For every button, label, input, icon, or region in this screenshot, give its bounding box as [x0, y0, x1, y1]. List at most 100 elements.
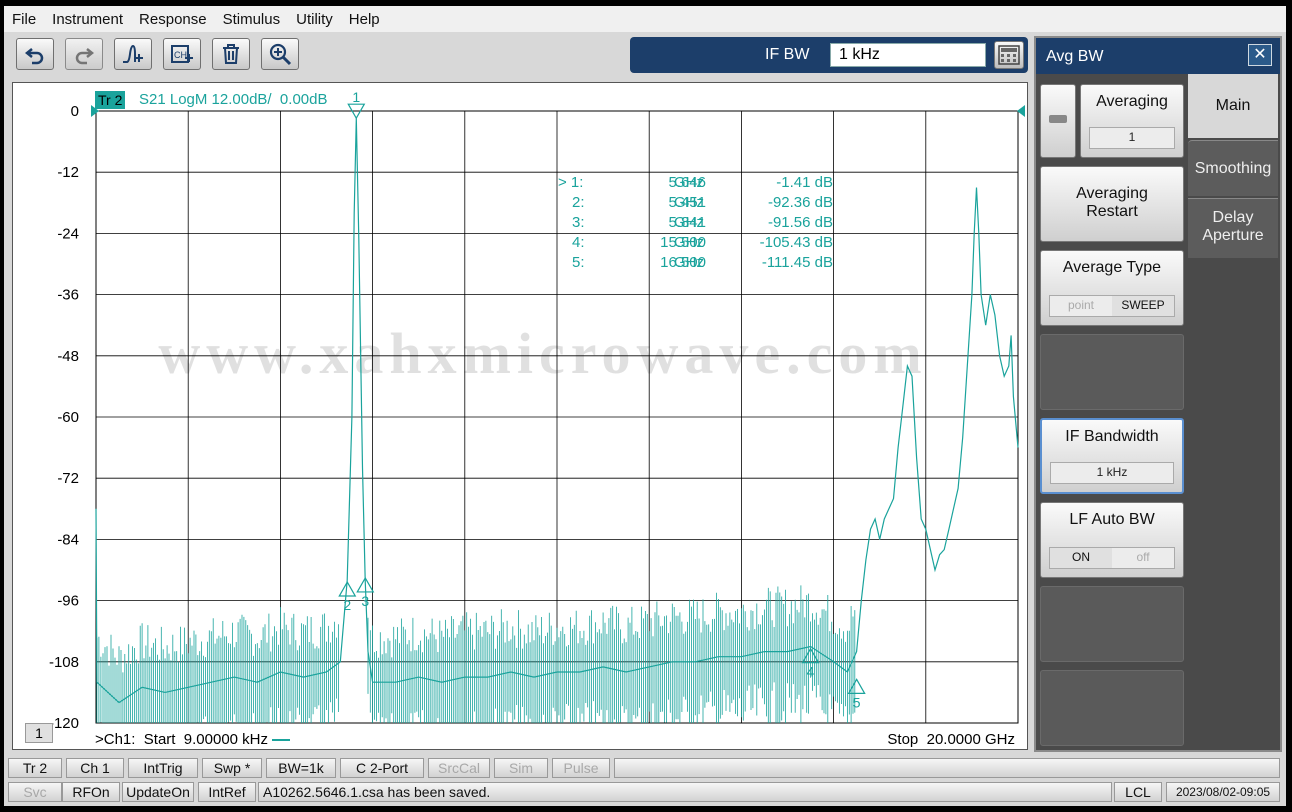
- menu-response[interactable]: Response: [131, 11, 215, 28]
- menu-file[interactable]: File: [4, 11, 44, 28]
- status-sim[interactable]: Sim: [494, 758, 548, 778]
- status-srccal[interactable]: SrcCal: [428, 758, 490, 778]
- keypad-button[interactable]: [994, 41, 1024, 69]
- toggle-indicator-icon: [1049, 115, 1067, 123]
- averaging-button[interactable]: Averaging 1: [1080, 84, 1184, 158]
- tab-delay-aperture[interactable]: Delay Aperture: [1188, 198, 1278, 258]
- menu-instrument[interactable]: Instrument: [44, 11, 131, 28]
- averaging-title: Averaging: [1096, 93, 1168, 110]
- panel-title: Avg BW: [1046, 48, 1104, 65]
- undo-icon: [24, 48, 44, 65]
- app-window: File Instrument Response Stimulus Utilit…: [4, 6, 1286, 806]
- panel-header: Avg BW ✕: [1036, 38, 1280, 74]
- status-datetime: 2023/08/02-09:05: [1166, 782, 1280, 802]
- marker-value: -1.41 dB: [776, 174, 833, 191]
- marker-value: -92.36 dB: [767, 194, 833, 211]
- average-type-point[interactable]: point: [1050, 296, 1112, 316]
- trace-display[interactable]: 0 -12 -24 -36 -48 -60 -72 -84 -96 -108 -120 www.xa…: [12, 82, 1028, 750]
- keypad-icon: [998, 45, 1020, 65]
- y-tick-label: -96: [57, 593, 79, 610]
- average-type-toggle[interactable]: point SWEEP: [1049, 295, 1175, 317]
- marker-add-icon: [123, 44, 143, 63]
- redo-icon: [75, 48, 95, 65]
- watermark: www.xahxmicrowave.com: [158, 321, 927, 386]
- zoom-in-icon: [269, 43, 292, 66]
- status-cal[interactable]: C 2-Port: [340, 758, 424, 778]
- menu-help[interactable]: Help: [341, 11, 388, 28]
- y-tick-label: -36: [57, 287, 79, 304]
- menu-utility[interactable]: Utility: [288, 11, 341, 28]
- y-tick-label: -72: [57, 470, 79, 487]
- average-type-sweep[interactable]: SWEEP: [1112, 296, 1174, 316]
- redo-button[interactable]: [65, 38, 103, 70]
- status-rfon[interactable]: RFOn: [62, 782, 120, 802]
- tab-smoothing[interactable]: Smoothing: [1188, 140, 1278, 196]
- tab-delay-line2: Aperture: [1202, 227, 1264, 244]
- trace-badge[interactable]: Tr 2: [95, 91, 126, 109]
- marker-value: -105.43 dB: [759, 234, 833, 251]
- y-tick-label: -108: [49, 654, 79, 671]
- trash-icon: [223, 44, 239, 64]
- if-bw-label: IF BW: [765, 46, 810, 63]
- trace-label[interactable]: S21 LogM 12.00dB/ 0.00dB: [139, 91, 327, 109]
- marker-number: 2: [343, 597, 351, 613]
- trace-color-swatch: [272, 739, 291, 742]
- lf-auto-on[interactable]: ON: [1050, 548, 1112, 568]
- marker-value: -91.56 dB: [767, 214, 833, 231]
- if-bandwidth-title: IF Bandwidth: [1065, 428, 1159, 445]
- if-bw-input[interactable]: 1 kHz: [830, 43, 986, 67]
- lf-auto-bw-button[interactable]: LF Auto BW ON off: [1040, 502, 1184, 578]
- restart-line1: Averaging: [1076, 185, 1148, 202]
- empty-softkey-2: [1040, 586, 1184, 662]
- average-type-button[interactable]: Average Type point SWEEP: [1040, 250, 1184, 326]
- y-tick-label: -120: [49, 715, 79, 732]
- status-bw[interactable]: BW=1k: [266, 758, 336, 778]
- zoom-button[interactable]: [261, 38, 299, 70]
- lf-auto-off[interactable]: off: [1112, 548, 1174, 568]
- delete-button[interactable]: [212, 38, 250, 70]
- y-tick-label: -12: [57, 164, 79, 181]
- status-sweep[interactable]: Swp *: [202, 758, 262, 778]
- channel-number[interactable]: 1: [25, 723, 53, 743]
- lf-auto-bw-title: LF Auto BW: [1069, 511, 1155, 528]
- add-marker-button[interactable]: [114, 38, 152, 70]
- add-channel-button[interactable]: CH: [163, 38, 201, 70]
- empty-softkey-1: [1040, 334, 1184, 410]
- y-tick-label: -84: [57, 531, 79, 548]
- status-pulse[interactable]: Pulse: [552, 758, 610, 778]
- tab-main[interactable]: Main: [1188, 74, 1278, 138]
- channel-add-icon: CH: [171, 45, 193, 63]
- marker-number: 1: [352, 89, 360, 105]
- averaging-value[interactable]: 1: [1089, 127, 1175, 149]
- y-axis-ticks: 0 -12 -24 -36 -48 -60 -72 -84 -96 -108 -120: [49, 103, 79, 732]
- if-bw-bar: IF BW 1 kHz: [630, 37, 1028, 73]
- marker-prefix: > 1:: [558, 174, 584, 191]
- y-tick-label: -60: [57, 409, 79, 426]
- marker-value: -111.45 dB: [761, 254, 833, 271]
- undo-button[interactable]: [16, 38, 54, 70]
- status-trace[interactable]: Tr 2: [8, 758, 62, 778]
- stop-freq-label[interactable]: Stop 20.0000 GHz: [887, 731, 1015, 748]
- status-trigger[interactable]: IntTrig: [128, 758, 198, 778]
- marker-unit: GHz: [674, 214, 704, 231]
- status-update[interactable]: UpdateOn: [122, 782, 194, 802]
- status-lcl[interactable]: LCL: [1114, 782, 1162, 802]
- marker-2: 2: [338, 580, 357, 613]
- menu-stimulus[interactable]: Stimulus: [215, 11, 289, 28]
- close-button[interactable]: ✕: [1248, 44, 1272, 66]
- trace-chart: 0 -12 -24 -36 -48 -60 -72 -84 -96 -108 -120 www.xa…: [49, 89, 1025, 732]
- menu-bar: File Instrument Response Stimulus Utilit…: [4, 6, 1286, 32]
- lf-auto-bw-toggle[interactable]: ON off: [1049, 547, 1175, 569]
- status-intref[interactable]: IntRef: [198, 782, 256, 802]
- status-svc[interactable]: Svc: [8, 782, 62, 802]
- y-tick-label: 0: [71, 103, 79, 120]
- averaging-toggle[interactable]: [1040, 84, 1076, 158]
- if-bandwidth-button[interactable]: IF Bandwidth 1 kHz: [1040, 418, 1184, 494]
- marker-number: 4: [807, 664, 815, 680]
- empty-softkey-3: [1040, 670, 1184, 746]
- status-channel[interactable]: Ch 1: [66, 758, 124, 778]
- averaging-restart-button[interactable]: Averaging Restart: [1040, 166, 1184, 242]
- if-bandwidth-value[interactable]: 1 kHz: [1050, 462, 1174, 484]
- start-freq-label[interactable]: >Ch1: Start 9.00000 kHz: [95, 731, 291, 748]
- average-type-title: Average Type: [1062, 259, 1162, 276]
